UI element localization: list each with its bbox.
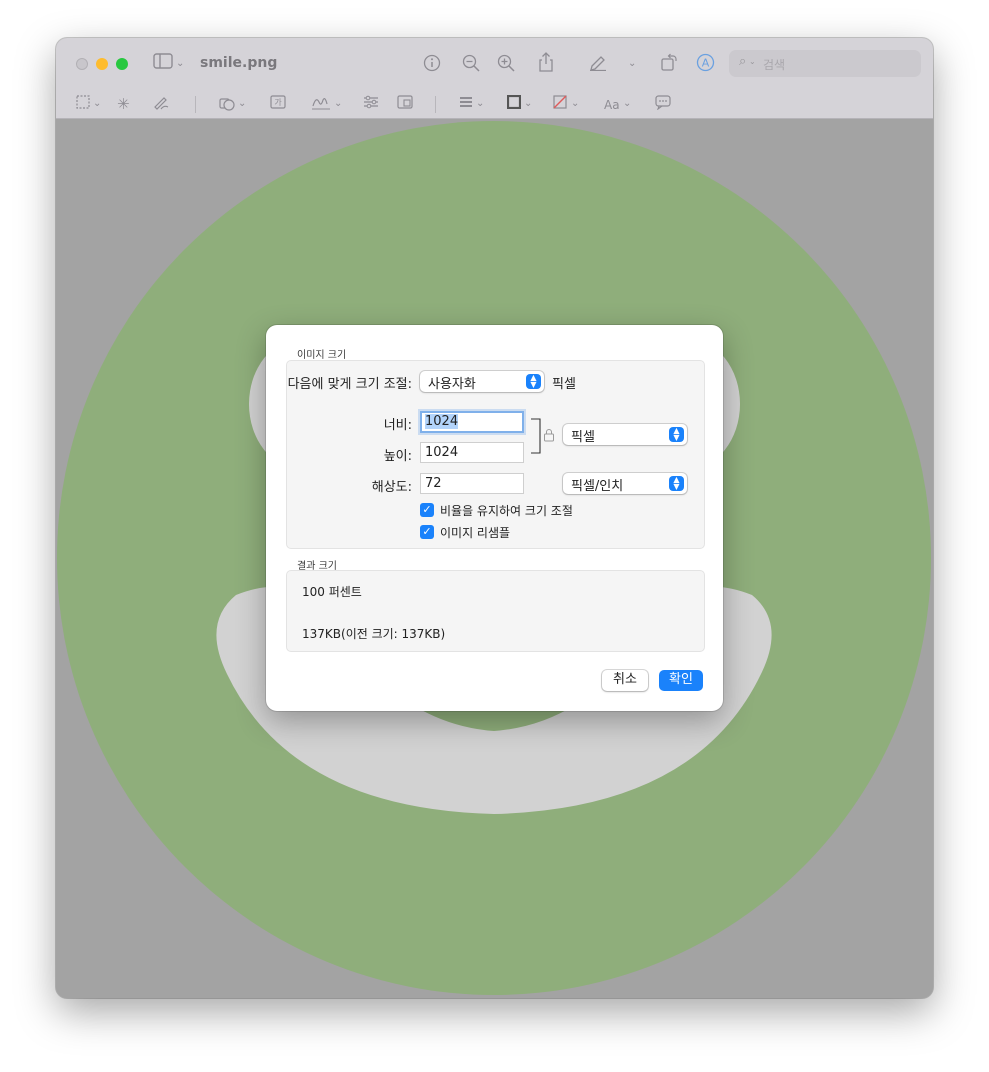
resample-checkbox[interactable]: ✓: [420, 525, 434, 539]
border-color-icon[interactable]: [506, 94, 522, 113]
height-value: 1024: [425, 445, 459, 460]
lock-icon[interactable]: [543, 428, 555, 442]
toolbar-divider: [195, 96, 196, 113]
fit-into-unit: 픽셀: [552, 377, 576, 392]
text-box-icon[interactable]: 가: [270, 95, 286, 113]
minimize-button[interactable]: [96, 58, 108, 70]
chevron-down-icon[interactable]: ⌄: [524, 95, 532, 113]
text-style-icon[interactable]: Aa: [604, 96, 620, 114]
zoom-button[interactable]: [116, 58, 128, 70]
selection-tool-icon[interactable]: [76, 95, 90, 113]
width-field[interactable]: 1024: [420, 411, 524, 433]
toolbar: ⌄ smile.png ⌄ A ⌕ ⌄ 검색 ⌄ ✳ ⌄ 가 ⌄ ⌄ ⌄ ⌄ A…: [56, 38, 933, 119]
resolution-unit-popup[interactable]: 픽셀/인치 ▲ ▼: [563, 473, 687, 494]
keep-ratio-checkbox[interactable]: ✓: [420, 503, 434, 517]
adjust-color-icon[interactable]: [363, 95, 379, 113]
chevron-down-icon[interactable]: ⌄: [628, 55, 636, 73]
search-icon: ⌕: [739, 54, 747, 69]
result-size-text: 137KB(이전 크기: 137KB): [302, 627, 446, 641]
width-value: 1024: [425, 414, 459, 429]
zoom-out-icon[interactable]: [462, 54, 480, 76]
signature-icon[interactable]: [311, 94, 331, 114]
cancel-button[interactable]: 취소: [602, 670, 648, 691]
rotate-icon[interactable]: [660, 53, 678, 75]
size-unit-value: 픽셀: [571, 430, 595, 445]
width-label: 너비:: [383, 418, 412, 433]
resolution-unit-value: 픽셀/인치: [571, 479, 624, 494]
markup-circle-icon[interactable]: A: [696, 53, 715, 76]
popup-stepper-icon: ▲ ▼: [669, 427, 684, 442]
chevron-down-icon[interactable]: ⌄: [571, 95, 579, 113]
resample-label: 이미지 리샘플: [440, 526, 511, 540]
chevron-down-icon[interactable]: ⌄: [238, 95, 246, 113]
fit-into-label: 다음에 맞게 크기 조절:: [287, 377, 412, 392]
adjust-size-icon[interactable]: [397, 95, 413, 113]
window-title: smile.png: [200, 55, 278, 71]
chevron-down-icon[interactable]: ⌄: [334, 95, 342, 113]
fill-color-icon[interactable]: [553, 95, 567, 113]
close-button[interactable]: [76, 58, 88, 70]
shapes-icon[interactable]: [219, 95, 235, 115]
search-placeholder: 검색: [763, 58, 786, 72]
instant-alpha-icon[interactable]: ✳: [117, 95, 130, 113]
ok-button[interactable]: 확인: [659, 670, 703, 691]
image-size-dialog: 이미지 크기 다음에 맞게 크기 조절: 사용자화 ▲ ▼ 픽셀 너비: 1024…: [266, 325, 723, 711]
chevron-down-icon: ⌄: [749, 57, 756, 66]
markup-pen-icon[interactable]: [588, 53, 608, 75]
resolution-value: 72: [425, 476, 442, 491]
fit-into-popup[interactable]: 사용자화 ▲ ▼: [420, 371, 544, 392]
chevron-down-icon[interactable]: ⌄: [93, 95, 101, 113]
size-unit-popup[interactable]: 픽셀 ▲ ▼: [563, 424, 687, 445]
chevron-down-icon[interactable]: ⌄: [476, 95, 484, 113]
svg-text:가: 가: [274, 98, 282, 107]
chevron-down-icon[interactable]: ⌄: [623, 95, 631, 113]
resolution-field[interactable]: 72: [420, 473, 524, 494]
info-icon[interactable]: [423, 54, 441, 76]
fit-into-value: 사용자화: [428, 377, 476, 392]
image-size-section-label: 이미지 크기: [297, 350, 347, 361]
popup-stepper-icon: ▲ ▼: [526, 374, 541, 389]
sidebar-toggle-icon[interactable]: [153, 53, 173, 73]
search-field[interactable]: ⌕ ⌄ 검색: [729, 50, 921, 77]
toolbar-divider: [435, 96, 436, 113]
result-percent: 100 퍼센트: [302, 585, 362, 599]
share-icon[interactable]: [537, 52, 555, 76]
sketch-icon[interactable]: [153, 94, 169, 114]
height-field[interactable]: 1024: [420, 442, 524, 463]
popup-stepper-icon: ▲ ▼: [669, 476, 684, 491]
keep-ratio-label: 비율을 유지하여 크기 조절: [440, 504, 573, 518]
height-label: 높이:: [383, 449, 412, 464]
chevron-down-icon[interactable]: ⌄: [176, 55, 184, 73]
annotate-note-icon[interactable]: [655, 95, 671, 114]
line-style-icon[interactable]: [459, 95, 473, 113]
resolution-label: 해상도:: [371, 480, 412, 495]
zoom-in-icon[interactable]: [497, 54, 515, 76]
svg-text:A: A: [702, 57, 710, 70]
